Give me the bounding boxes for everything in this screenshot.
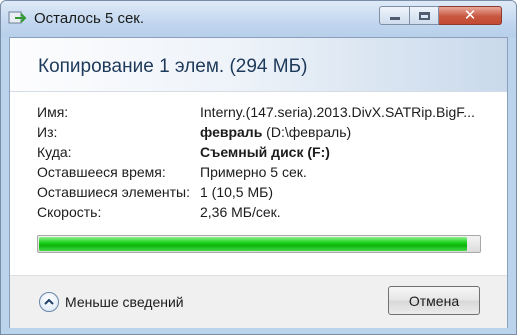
close-icon: ✕ — [463, 6, 477, 24]
less-details-label[interactable]: Меньше сведений — [65, 294, 184, 310]
detail-label: Оставшиеся элементы: — [37, 184, 190, 200]
detail-label: Имя: — [37, 104, 69, 120]
detail-value: 1 (10,5 МБ) — [200, 184, 273, 200]
close-button[interactable]: ✕ — [439, 6, 502, 25]
window-title: Осталось 5 сек. — [34, 10, 145, 27]
progress-bar — [37, 235, 481, 253]
source-folder-link[interactable]: февраль — [200, 124, 262, 140]
dialog-heading: Копирование 1 элем. (294 МБ) — [38, 56, 308, 77]
less-details-toggle[interactable]: Меньше сведений — [39, 290, 184, 314]
destination-link[interactable]: Съемный диск (F:) — [200, 144, 330, 160]
detail-value: Примерно 5 сек. — [200, 164, 307, 180]
copy-icon — [8, 11, 27, 24]
detail-value: Interny.(147.seria).2013.DivX.SATRip.Big… — [200, 104, 475, 120]
minimize-icon — [389, 17, 400, 20]
dialog-body: Копирование 1 элем. (294 МБ) Имя: Intern… — [9, 37, 508, 328]
maximize-button[interactable] — [410, 6, 439, 25]
detail-label: Куда: — [37, 144, 72, 160]
detail-label: Из: — [37, 124, 58, 140]
detail-label: Оставшееся время: — [37, 164, 166, 180]
source-path: (D:\февраль) — [262, 124, 352, 140]
detail-value[interactable]: февраль (D:\февраль) — [200, 124, 490, 140]
progress-fill — [39, 237, 467, 251]
chevron-up-icon[interactable] — [39, 292, 59, 312]
dialog-footer: Меньше сведений Отмена — [10, 275, 507, 328]
maximize-icon — [418, 11, 430, 20]
chevron-up-glyph — [44, 298, 54, 305]
minimize-button[interactable] — [379, 6, 410, 25]
title-bar[interactable]: Осталось 5 сек. ✕ — [1, 1, 516, 37]
header-band: Копирование 1 элем. (294 МБ) — [10, 38, 507, 92]
detail-value[interactable]: Съемный диск (F:) — [200, 144, 490, 160]
copy-dialog-window: Осталось 5 сек. ✕ Копирование 1 элем. (2… — [0, 0, 517, 335]
detail-value: 2,36 МБ/сек. — [200, 204, 281, 220]
cancel-button[interactable]: Отмена — [388, 286, 480, 315]
detail-label: Скорость: — [37, 204, 102, 220]
